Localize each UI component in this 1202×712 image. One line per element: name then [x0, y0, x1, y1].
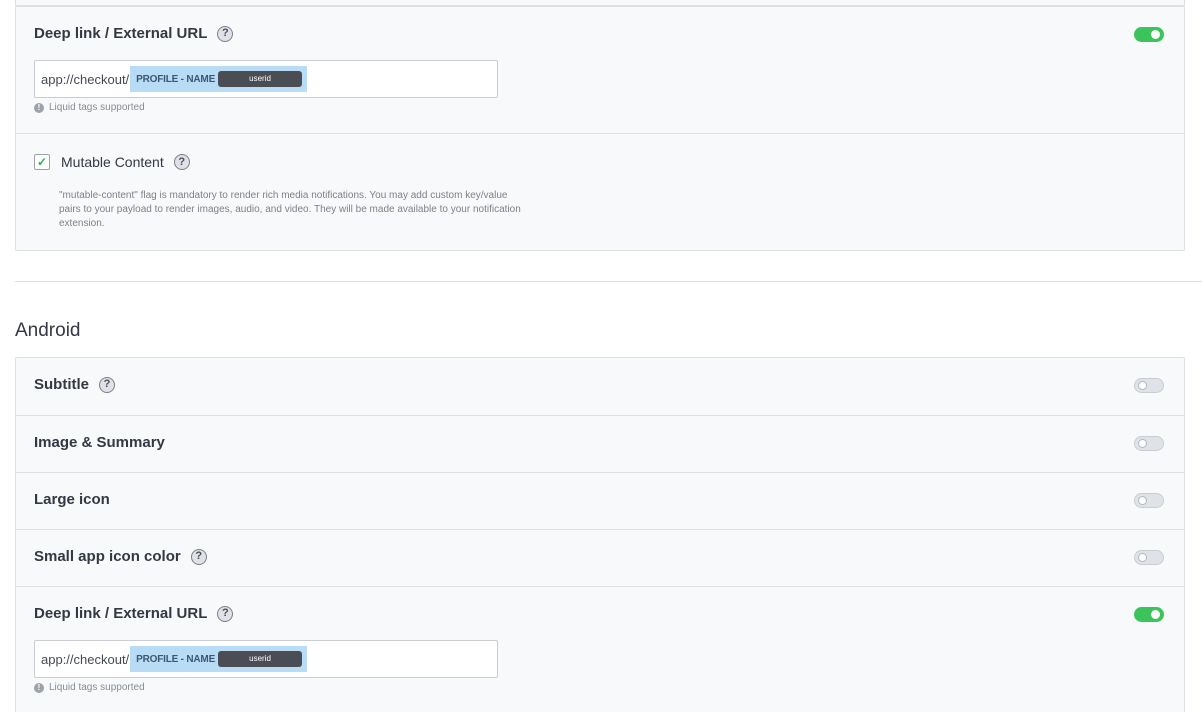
liquid-tag-value: userid [218, 651, 303, 667]
mutable-content-label: Mutable Content [61, 154, 164, 170]
help-icon[interactable]: ? [190, 548, 207, 565]
liquid-tag-name: PROFILE - NAME [136, 73, 216, 85]
liquid-hint-text: Liquid tags supported [49, 102, 145, 113]
toggle-knob [1138, 439, 1147, 448]
help-icon[interactable]: ? [99, 376, 115, 393]
subtitle-header: Subtitle ? [34, 376, 115, 393]
url-prefix-text: app://checkout/ [41, 71, 130, 87]
subtitle-toggle[interactable] [1134, 378, 1164, 393]
help-icon[interactable]: ? [217, 605, 234, 622]
image-summary-header: Image & Summary [34, 434, 165, 451]
deeplink-toggle-ios[interactable] [1134, 27, 1164, 42]
large-icon-toggle[interactable] [1134, 493, 1164, 508]
large-icon-header: Large icon [34, 491, 110, 508]
url-prefix-text: app://checkout/ [41, 651, 130, 667]
mutable-content-description: "mutable-content" flag is mandatory to r… [59, 190, 521, 229]
liquid-tag-value: userid [218, 71, 303, 87]
subtitle-title: Subtitle [34, 376, 89, 393]
liquid-tag[interactable]: PROFILE - NAME userid [130, 66, 308, 92]
deeplink-url-input[interactable]: app://checkout/ PROFILE - NAME userid [34, 60, 498, 98]
ios-settings-card: Deep link / External URL ? app://checkou… [15, 6, 1185, 251]
mutable-content-header: ✓ Mutable Content ? [34, 154, 190, 170]
liquid-hint: ! Liquid tags supported [34, 682, 145, 693]
mutable-content-row: ✓ Mutable Content ? "mutable-content" fl… [16, 133, 1184, 251]
toggle-knob [1151, 610, 1160, 619]
help-icon[interactable]: ? [217, 25, 234, 42]
toggle-knob [1151, 30, 1160, 39]
small-icon-color-title: Small app icon color [34, 548, 181, 565]
small-icon-color-row[interactable]: Small app icon color ? [16, 529, 1184, 586]
deeplink-row-android: Deep link / External URL ? app://checkou… [16, 586, 1184, 712]
liquid-hint: ! Liquid tags supported [34, 102, 145, 113]
deeplink-header: Deep link / External URL ? [34, 25, 234, 42]
help-icon[interactable]: ? [173, 154, 190, 170]
image-summary-toggle[interactable] [1134, 436, 1164, 451]
info-icon: ! [34, 682, 44, 693]
deeplink-row-ios: Deep link / External URL ? app://checkou… [16, 7, 1184, 133]
info-icon: ! [34, 102, 44, 113]
large-icon-row[interactable]: Large icon [16, 472, 1184, 529]
liquid-tag[interactable]: PROFILE - NAME userid [130, 646, 308, 672]
mutable-content-checkbox[interactable]: ✓ [34, 154, 50, 170]
small-icon-color-toggle[interactable] [1134, 550, 1164, 565]
android-settings-card: Subtitle ? Image & Summary Large icon Sm… [15, 357, 1185, 712]
deeplink-toggle-android[interactable] [1134, 607, 1164, 622]
toggle-knob [1138, 496, 1147, 505]
deeplink-url-input[interactable]: app://checkout/ PROFILE - NAME userid [34, 640, 498, 678]
small-icon-color-header: Small app icon color ? [34, 548, 207, 565]
deeplink-title: Deep link / External URL [34, 605, 208, 622]
deeplink-header: Deep link / External URL ? [34, 605, 234, 622]
image-summary-title: Image & Summary [34, 434, 165, 451]
deeplink-title: Deep link / External URL [34, 25, 208, 42]
liquid-tag-name: PROFILE - NAME [136, 653, 216, 665]
liquid-hint-text: Liquid tags supported [49, 682, 145, 693]
image-summary-row[interactable]: Image & Summary [16, 415, 1184, 472]
toggle-knob [1138, 381, 1147, 390]
large-icon-title: Large icon [34, 491, 110, 508]
section-divider [15, 281, 1202, 282]
toggle-knob [1138, 553, 1147, 562]
subtitle-row[interactable]: Subtitle ? [16, 358, 1184, 415]
android-section-title: Android [15, 320, 81, 341]
